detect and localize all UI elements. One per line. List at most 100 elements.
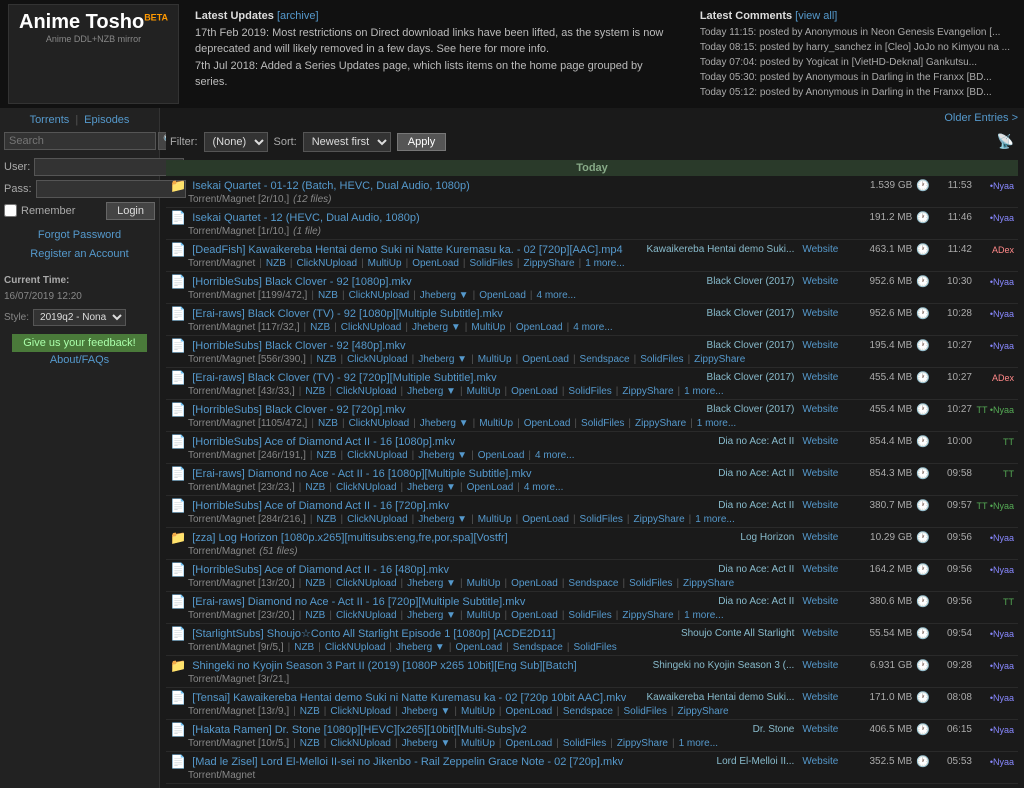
download-link[interactable]: NZB (310, 322, 330, 333)
website-link[interactable]: Website (802, 564, 838, 575)
download-link[interactable]: ClickNUpload (336, 610, 397, 621)
website-link[interactable]: Website (802, 724, 838, 735)
download-link[interactable]: 4 more... (524, 482, 563, 493)
login-button[interactable]: Login (106, 202, 155, 220)
download-link[interactable]: OpenLoad (479, 290, 526, 301)
download-link[interactable]: Jheberg ▼ (418, 354, 467, 365)
download-link[interactable]: OpenLoad (511, 610, 558, 621)
download-link[interactable]: ZippyShare (523, 258, 574, 269)
sort-select[interactable]: Newest first (303, 132, 391, 152)
website-link[interactable]: Website (802, 340, 838, 351)
series-link[interactable]: Shoujo Conte All Starlight (654, 628, 794, 639)
series-link[interactable]: Kawaikereba Hentai demo Suki... (646, 692, 794, 703)
download-link[interactable]: OpenLoad (516, 322, 563, 333)
download-link[interactable]: SolidFiles (581, 418, 624, 429)
download-link[interactable]: MultiUp (461, 738, 495, 749)
series-link[interactable]: Lord El-Melloi II... (654, 756, 794, 767)
download-link[interactable]: Sendspace (513, 642, 563, 653)
download-link[interactable]: 4 more... (537, 290, 576, 301)
website-link[interactable]: Website (802, 244, 838, 255)
series-link[interactable]: Dia no Ace: Act II (654, 500, 794, 511)
download-link[interactable]: MultiUp (478, 514, 512, 525)
download-link[interactable]: SolidFiles (624, 706, 667, 717)
download-link[interactable]: ZippyShare (683, 578, 734, 589)
forgot-password-link[interactable]: Forgot Password (38, 229, 121, 241)
search-input[interactable] (4, 132, 156, 150)
nav-episodes[interactable]: Episodes (84, 114, 129, 126)
style-select[interactable]: 2019q2 - Nona (33, 309, 126, 326)
nav-torrents[interactable]: Torrents (30, 114, 70, 126)
download-link[interactable]: SolidFiles (640, 354, 683, 365)
download-link[interactable]: ClickNUpload (347, 514, 408, 525)
download-link[interactable]: ClickNUpload (347, 354, 408, 365)
download-link[interactable]: 4 more... (573, 322, 612, 333)
download-link[interactable]: Sendspace (580, 354, 630, 365)
series-link[interactable]: Shingeki no Kyojin Season 3 (... (653, 660, 795, 671)
download-link[interactable]: NZB (318, 418, 338, 429)
download-link[interactable]: ClickNUpload (330, 706, 391, 717)
download-link[interactable]: NZB (318, 290, 338, 301)
download-link[interactable]: NZB (305, 578, 325, 589)
series-link[interactable]: Black Clover (2017) (654, 372, 794, 383)
website-link[interactable]: Website (802, 532, 838, 543)
website-link[interactable]: Website (802, 404, 838, 415)
website-link[interactable]: Website (802, 468, 838, 479)
download-link[interactable]: OpenLoad (455, 642, 502, 653)
apply-button[interactable]: Apply (397, 133, 447, 151)
series-link[interactable]: Dr. Stone (654, 724, 794, 735)
torrent-name[interactable]: [HorribleSubs] Ace of Diamond Act II - 1… (192, 500, 650, 512)
download-link[interactable]: Jheberg ▼ (420, 418, 469, 429)
download-link[interactable]: NZB (316, 354, 336, 365)
download-link[interactable]: 1 more... (679, 738, 718, 749)
website-link[interactable]: Website (802, 692, 838, 703)
website-link[interactable]: Website (802, 436, 838, 447)
news-archive-link[interactable]: [archive] (277, 10, 319, 22)
download-link[interactable]: Sendspace (568, 578, 618, 589)
older-entries-link[interactable]: Older Entries > (166, 112, 1018, 124)
torrent-name[interactable]: Isekai Quartet - 01-12 (Batch, HEVC, Dua… (192, 180, 838, 192)
download-link[interactable]: OpenLoad (522, 354, 569, 365)
download-link[interactable]: 1 more... (585, 258, 624, 269)
website-link[interactable]: Website (802, 276, 838, 287)
download-link[interactable]: MultiUp (467, 386, 501, 397)
torrent-name[interactable]: [zza] Log Horizon [1080p.x265][multisubs… (192, 532, 650, 544)
website-link[interactable]: Website (802, 628, 838, 639)
series-link[interactable]: Dia no Ace: Act II (654, 468, 794, 479)
download-link[interactable]: OpenLoad (506, 738, 553, 749)
download-link[interactable]: Sendspace (563, 706, 613, 717)
download-link[interactable]: OpenLoad (524, 418, 571, 429)
download-link[interactable]: SolidFiles (470, 258, 513, 269)
download-link[interactable]: ZippyShare (622, 386, 673, 397)
series-link[interactable]: Kawaikereba Hentai demo Suki... (646, 244, 794, 255)
torrent-name[interactable]: [HorribleSubs] Ace of Diamond Act II - 1… (192, 564, 650, 576)
torrent-name[interactable]: Shingeki no Kyojin Season 3 Part II (201… (192, 660, 648, 672)
torrent-name[interactable]: [Hakata Ramen] Dr. Stone [1080p][HEVC][x… (192, 724, 650, 736)
download-link[interactable]: 1 more... (695, 514, 734, 525)
download-link[interactable]: NZB (305, 386, 325, 397)
download-link[interactable]: Jheberg ▼ (418, 450, 467, 461)
download-link[interactable]: ClickNUpload (330, 738, 391, 749)
download-link[interactable]: NZB (316, 514, 336, 525)
series-link[interactable]: Dia no Ace: Act II (654, 596, 794, 607)
download-link[interactable]: Jheberg ▼ (407, 610, 456, 621)
download-link[interactable]: OpenLoad (506, 706, 553, 717)
remember-checkbox[interactable] (4, 204, 17, 217)
download-link[interactable]: OpenLoad (511, 578, 558, 589)
torrent-name[interactable]: [Erai-raws] Black Clover (TV) - 92 [1080… (192, 308, 650, 320)
download-link[interactable]: NZB (305, 610, 325, 621)
download-link[interactable]: Jheberg ▼ (396, 642, 445, 653)
download-link[interactable]: OpenLoad (478, 450, 525, 461)
series-link[interactable]: Black Clover (2017) (654, 404, 794, 415)
download-link[interactable]: Jheberg ▼ (402, 738, 451, 749)
series-link[interactable]: Dia no Ace: Act II (654, 564, 794, 575)
feedback-button[interactable]: Give us your feedback! (12, 334, 148, 352)
torrent-name[interactable]: [HorribleSubs] Black Clover - 92 [480p].… (192, 340, 650, 352)
download-link[interactable]: Jheberg ▼ (407, 482, 456, 493)
download-link[interactable]: ZippyShare (634, 514, 685, 525)
download-link[interactable]: Jheberg ▼ (418, 514, 467, 525)
download-link[interactable]: OpenLoad (522, 514, 569, 525)
download-link[interactable]: 1 more... (697, 418, 736, 429)
download-link[interactable]: 1 more... (684, 386, 723, 397)
download-link[interactable]: ClickNUpload (341, 322, 402, 333)
download-link[interactable]: ClickNUpload (349, 290, 410, 301)
